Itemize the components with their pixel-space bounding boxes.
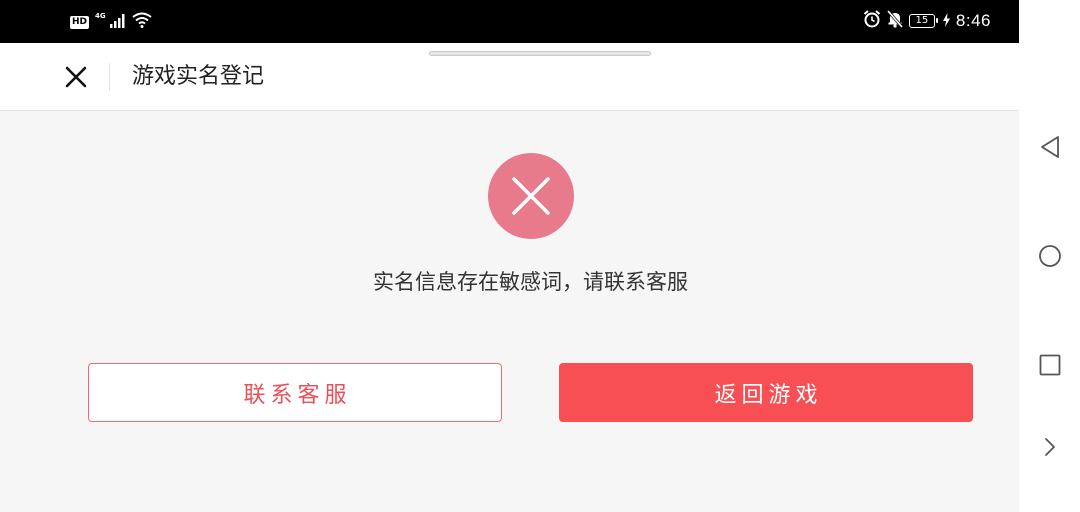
nav-expand-button[interactable] [1037, 434, 1063, 460]
error-message: 实名信息存在敏感词，请联系客服 [373, 270, 688, 294]
contact-support-label: 联系客服 [243, 382, 352, 408]
drag-handle[interactable] [429, 51, 651, 56]
status-bar-left: HD 4G [70, 12, 152, 32]
charging-icon [942, 12, 950, 31]
system-nav-bar [1019, 0, 1080, 512]
nav-recents-button[interactable] [1037, 352, 1063, 378]
sheet-header: 游戏实名登记 [0, 43, 1019, 111]
status-bar: HD 4G 15 8:46 [0, 0, 1019, 43]
clock: 8:46 [955, 11, 991, 30]
recents-square-icon [1039, 354, 1061, 376]
nav-home-button[interactable] [1037, 243, 1063, 269]
close-icon [65, 66, 87, 88]
back-triangle-icon [1041, 136, 1059, 158]
contact-support-button[interactable]: 联系客服 [88, 363, 502, 422]
realname-sheet: 游戏实名登记 实名信息存在敏感词，请联系客服 联系客服 返回游戏 [0, 43, 1019, 512]
return-to-game-label: 返回游戏 [714, 382, 823, 408]
battery-icon: 15 [908, 14, 938, 28]
signal-icon [109, 13, 126, 32]
return-to-game-button[interactable]: 返回游戏 [559, 363, 973, 422]
mute-icon [886, 10, 904, 32]
hd-icon: HD [70, 15, 90, 29]
wifi-icon [132, 12, 152, 32]
error-x-icon [488, 153, 574, 239]
page-title: 游戏实名登记 [132, 64, 265, 89]
chevron-right-icon [1045, 438, 1055, 456]
status-bar-right: 15 8:46 [863, 10, 991, 32]
home-circle-icon [1039, 245, 1061, 267]
close-button[interactable] [60, 63, 92, 91]
nav-back-button[interactable] [1037, 134, 1063, 160]
header-divider [109, 63, 110, 91]
network-type-label: 4G [95, 12, 106, 20]
alarm-icon [863, 10, 881, 32]
